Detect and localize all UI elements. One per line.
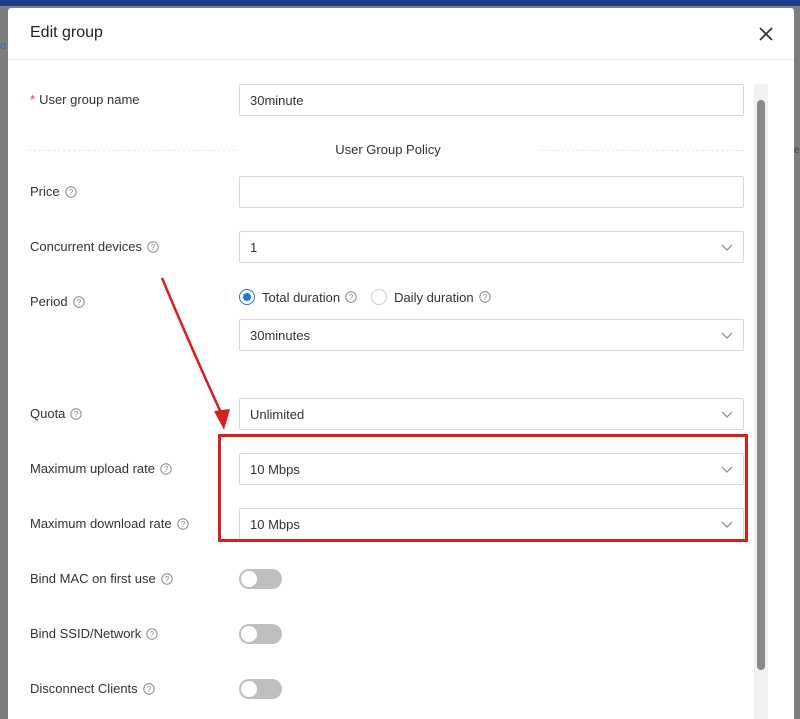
radio-button-selected[interactable] <box>239 289 255 305</box>
disconnect-clients-label-text: Disconnect Clients <box>30 681 138 696</box>
bind-mac-toggle[interactable] <box>239 569 282 589</box>
quota-value: Unlimited <box>250 406 305 422</box>
period-label-text: Period <box>30 294 68 309</box>
help-icon[interactable]: ? <box>72 295 85 308</box>
svg-text:?: ? <box>150 629 155 638</box>
help-icon[interactable]: ? <box>142 682 155 695</box>
max-download-label-text: Maximum download rate <box>30 516 172 531</box>
close-button[interactable] <box>754 22 778 46</box>
close-icon <box>759 27 773 41</box>
background-top-bar <box>0 0 800 6</box>
svg-text:?: ? <box>68 187 73 196</box>
svg-text:?: ? <box>349 293 354 302</box>
background-edge-text: o <box>0 40 6 52</box>
disconnect-clients-label: Disconnect Clients ? <box>30 681 155 696</box>
bind-ssid-label: Bind SSID/Network ? <box>30 626 158 641</box>
quota-label-text: Quota <box>30 406 66 421</box>
edit-group-modal: Edit group * User group name 30minute Us… <box>8 8 794 719</box>
help-icon[interactable]: ? <box>345 291 357 303</box>
svg-text:?: ? <box>164 574 169 583</box>
user-group-name-input[interactable]: 30minute <box>239 84 744 116</box>
help-icon[interactable]: ? <box>146 627 158 640</box>
concurrent-devices-label-text: Concurrent devices <box>30 239 142 254</box>
period-duration-value: 30minutes <box>250 327 310 343</box>
disconnect-clients-toggle[interactable] <box>239 679 282 699</box>
chevron-down-icon <box>721 244 733 251</box>
svg-text:?: ? <box>482 293 487 302</box>
radio-button-unselected[interactable] <box>371 289 388 305</box>
period-label: Period ? <box>30 294 85 309</box>
help-icon[interactable]: ? <box>478 291 491 303</box>
max-upload-label: Maximum upload rate ? <box>30 461 172 476</box>
help-icon[interactable]: ? <box>64 185 77 198</box>
background-edge-text-right: e <box>794 145 800 156</box>
svg-text:?: ? <box>74 409 79 418</box>
svg-text:?: ? <box>151 242 156 251</box>
radio-total-duration[interactable]: Total duration ? <box>239 289 357 305</box>
help-icon[interactable]: ? <box>160 462 172 475</box>
price-input[interactable] <box>239 176 744 208</box>
concurrent-devices-value: 1 <box>250 239 258 255</box>
radio-daily-duration-label: Daily duration <box>394 289 474 305</box>
modal-header: Edit group <box>8 8 794 60</box>
svg-text:?: ? <box>146 684 151 693</box>
quota-select[interactable]: Unlimited <box>239 398 744 430</box>
quota-label: Quota ? <box>30 406 83 421</box>
required-marker: * <box>30 92 36 107</box>
concurrent-devices-label: Concurrent devices ? <box>30 239 159 254</box>
radio-total-duration-label: Total duration <box>262 289 341 305</box>
help-icon[interactable]: ? <box>70 407 83 420</box>
user-group-name-label-text: User group name <box>39 92 140 107</box>
section-title: User Group Policy <box>238 142 538 157</box>
max-download-label: Maximum download rate ? <box>30 516 189 531</box>
annotation-highlight-box <box>218 434 748 542</box>
svg-text:?: ? <box>180 519 185 528</box>
radio-daily-duration[interactable]: Daily duration ? <box>371 289 491 305</box>
scrollbar-thumb[interactable] <box>757 100 765 670</box>
help-icon[interactable]: ? <box>161 572 173 585</box>
bind-ssid-toggle[interactable] <box>239 624 282 644</box>
help-icon[interactable]: ? <box>147 240 159 253</box>
scrollbar[interactable] <box>754 84 768 719</box>
user-group-name-value: 30minute <box>250 92 304 108</box>
bind-ssid-label-text: Bind SSID/Network <box>30 626 142 641</box>
svg-text:?: ? <box>76 297 81 306</box>
chevron-down-icon <box>721 411 733 418</box>
period-duration-select[interactable]: 30minutes <box>239 319 744 351</box>
bind-mac-label: Bind MAC on first use ? <box>30 571 173 586</box>
modal-title: Edit group <box>30 24 103 41</box>
period-radio-group: Total duration ? Daily duration ? <box>239 289 505 305</box>
chevron-down-icon <box>721 332 733 339</box>
help-icon[interactable]: ? <box>176 517 189 530</box>
max-upload-label-text: Maximum upload rate <box>30 461 155 476</box>
concurrent-devices-select[interactable]: 1 <box>239 231 744 263</box>
price-label-text: Price <box>30 184 60 199</box>
svg-text:?: ? <box>164 464 169 473</box>
price-label: Price ? <box>30 184 77 199</box>
user-group-name-label: * User group name <box>30 92 140 107</box>
bind-mac-label-text: Bind MAC on first use <box>30 571 156 586</box>
